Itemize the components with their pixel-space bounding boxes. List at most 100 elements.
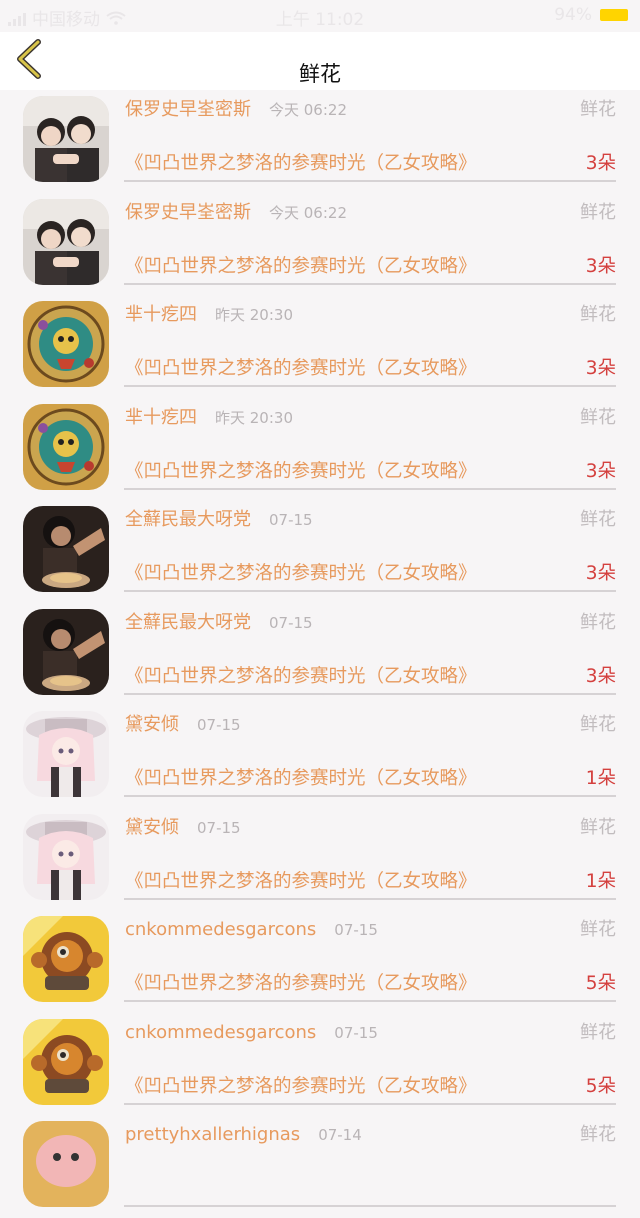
gift-type: 鲜花 bbox=[580, 406, 616, 428]
list-item[interactable]: 全蘚民最大呀党 07-15 鲜花 《凹凸世界之梦洛的参赛时光（乙女攻略》 3朵 bbox=[0, 500, 640, 603]
flower-count: 3朵 bbox=[585, 255, 616, 277]
divider bbox=[124, 180, 616, 182]
avatar[interactable] bbox=[23, 403, 109, 490]
flower-count: 1朵 bbox=[585, 870, 616, 892]
list-item[interactable]: 芈十疙四 昨天 20:30 鲜花《凹凸世界之梦洛的参赛时光（乙女攻略》 3朵 bbox=[0, 295, 640, 398]
user-name[interactable]: cnkommedesgarcons 07-15 bbox=[125, 918, 378, 942]
avatar[interactable] bbox=[23, 916, 109, 1002]
timestamp: 07-15 bbox=[197, 818, 241, 837]
timestamp: 昨天 20:30 bbox=[215, 408, 293, 427]
timestamp: 昨天 20:30 bbox=[215, 306, 293, 324]
user-name[interactable]: 黛安倾 07-15 bbox=[125, 816, 241, 840]
flower-count: 5朵 bbox=[585, 973, 616, 994]
game-title-link[interactable]: 《凹凸世界之梦洛的参赛时光（乙女攻略》 bbox=[125, 665, 477, 689]
divider bbox=[124, 590, 616, 592]
avatar[interactable] bbox=[23, 608, 109, 695]
flower-count: 3朵 bbox=[585, 153, 616, 174]
user-name-text: 保罗史早峑密斯 bbox=[125, 201, 251, 223]
gift-type: 鲜花 bbox=[580, 201, 616, 223]
avatar[interactable] bbox=[23, 506, 109, 592]
flower-count: 3朵 bbox=[585, 665, 616, 687]
status-time: 上午 11:02 bbox=[275, 10, 365, 30]
user-name[interactable]: 全蘚民最大呀党 07-15 bbox=[125, 611, 313, 635]
avatar[interactable] bbox=[23, 1121, 109, 1207]
game-title-link[interactable]: 《凹凸世界之梦洛的参赛时光（乙女攻略》 bbox=[125, 152, 477, 176]
avatar[interactable] bbox=[23, 96, 109, 182]
divider bbox=[124, 692, 616, 695]
gift-type: 鲜花 bbox=[580, 919, 616, 940]
list-item[interactable]: 保罗史早峑密斯 今天 06:22 鲜花《凹凸世界之梦洛的参赛时光（乙女攻略》 3朵 bbox=[0, 90, 640, 193]
gift-type: 鲜花 bbox=[580, 1124, 616, 1145]
gift-type: 鲜花 bbox=[580, 99, 616, 120]
game-title-link[interactable]: 《凹凸世界之梦洛的参赛时光（乙女攻略》 bbox=[125, 460, 477, 484]
user-name[interactable]: prettyhxallerhignas 07-14 bbox=[125, 1123, 362, 1147]
game-title-link[interactable]: 《凹凸世界之梦洛的参赛时光（乙女攻略》 bbox=[125, 357, 477, 381]
user-name-text: prettyhxallerhignas bbox=[125, 1124, 301, 1145]
list-item[interactable]: cnkommedesgarcons 07-15 鲜花《凹凸世界之梦洛的参赛时光（乙女… bbox=[0, 1013, 640, 1116]
timestamp: 07-15 bbox=[197, 716, 241, 734]
list-item[interactable]: cnkommedesgarcons 07-15 鲜花《凹凸世界之梦洛的参赛时光（乙女… bbox=[0, 910, 640, 1013]
user-name[interactable]: 全蘚民最大呀党 07-15 bbox=[125, 508, 313, 532]
timestamp: 07-14 bbox=[318, 1126, 362, 1144]
list-item[interactable]: 芈十疙四 昨天 20:30 鲜花《凹凸世界之梦洛的参赛时光（乙女攻略》 3朵 bbox=[0, 398, 640, 501]
list-item[interactable]: 全蘚民最大呀党 07-15 鲜花《凹凸世界之梦洛的参赛时光（乙女攻略》 3朵 bbox=[0, 603, 640, 706]
status-bar: 中国移动 上午 11:02 94% bbox=[0, 0, 640, 32]
battery-icon bbox=[600, 9, 628, 21]
game-title-link[interactable]: 《凹凸世界之梦洛的参赛时光（乙女攻略》 bbox=[125, 972, 477, 996]
user-name[interactable]: 芈十疙四 昨天 20:30 bbox=[125, 303, 293, 327]
avatar[interactable] bbox=[23, 813, 109, 900]
timestamp: 今天 06:22 bbox=[269, 101, 347, 119]
flower-count: 5朵 bbox=[585, 1075, 616, 1097]
timestamp: 今天 06:22 bbox=[269, 203, 347, 222]
divider bbox=[124, 487, 616, 490]
divider bbox=[124, 385, 616, 387]
list-item[interactable]: 黛安倾 07-15 鲜花《凹凸世界之梦洛的参赛时光（乙女攻略》 1朵 bbox=[0, 705, 640, 808]
user-name[interactable]: 保罗史早峑密斯 今天 06:22 bbox=[125, 201, 347, 225]
user-name[interactable]: 黛安倾 07-15 bbox=[125, 713, 241, 737]
user-name-text: cnkommedesgarcons bbox=[125, 919, 317, 940]
user-name-text: 芈十疙四 bbox=[125, 406, 197, 428]
gift-type: 鲜花 bbox=[580, 611, 616, 633]
divider bbox=[124, 282, 616, 285]
user-name-text: 全蘚民最大呀党 bbox=[125, 611, 251, 633]
gift-type: 鲜花 bbox=[580, 304, 616, 325]
avatar[interactable] bbox=[23, 198, 109, 285]
list-item[interactable]: 保罗史早峑密斯 今天 06:22 鲜花《凹凸世界之梦洛的参赛时光（乙女攻略》 3朵 bbox=[0, 193, 640, 296]
timestamp: 07-15 bbox=[269, 511, 313, 529]
list-item[interactable]: prettyhxallerhignas 07-14 鲜花 bbox=[0, 1115, 640, 1218]
avatar[interactable] bbox=[23, 301, 109, 387]
game-title-link[interactable]: 《凹凸世界之梦洛的参赛时光（乙女攻略》 bbox=[125, 870, 477, 894]
divider bbox=[124, 1000, 616, 1002]
game-title-link[interactable]: 《凹凸世界之梦洛的参赛时光（乙女攻略》 bbox=[125, 767, 477, 791]
timestamp: 07-15 bbox=[334, 1023, 378, 1042]
divider bbox=[124, 1102, 616, 1105]
timestamp: 07-15 bbox=[334, 921, 378, 939]
flower-count: 1朵 bbox=[585, 768, 616, 789]
flower-list: 保罗史早峑密斯 今天 06:22 鲜花 《凹凸世界之梦洛的参赛时光（乙女攻略》 3朵 保罗… bbox=[0, 90, 640, 1218]
user-name-text: cnkommedesgarcons bbox=[125, 1021, 317, 1043]
user-name-text: 全蘚民最大呀党 bbox=[125, 509, 251, 530]
gift-type: 鲜花 bbox=[580, 816, 616, 838]
user-name[interactable]: 保罗史早峑密斯 今天 06:22 bbox=[125, 98, 347, 122]
page-title: 鲜花 bbox=[299, 62, 341, 86]
game-title-link[interactable]: 《凹凸世界之梦洛的参赛时光（乙女攻略》 bbox=[125, 562, 477, 586]
game-title-link[interactable]: 《凹凸世界之梦洛的参赛时光（乙女攻略》 bbox=[125, 1075, 477, 1099]
avatar[interactable] bbox=[23, 1018, 109, 1105]
list-item[interactable]: 黛安倾 07-15 鲜花《凹凸世界之梦洛的参赛时光（乙女攻略》 1朵 bbox=[0, 808, 640, 911]
user-name-text: 芈十疙四 bbox=[125, 304, 197, 325]
divider bbox=[124, 897, 616, 900]
status-right: 94% bbox=[554, 5, 628, 25]
flower-count: 3朵 bbox=[585, 460, 616, 482]
user-name[interactable]: cnkommedesgarcons 07-15 bbox=[125, 1021, 378, 1045]
game-title-link[interactable]: 《凹凸世界之梦洛的参赛时光（乙女攻略》 bbox=[125, 255, 477, 279]
flower-count: 3朵 bbox=[585, 358, 616, 379]
gift-type: 鲜花 bbox=[580, 714, 616, 735]
user-name[interactable]: 芈十疙四 昨天 20:30 bbox=[125, 406, 293, 430]
gift-type: 鲜花 bbox=[580, 509, 616, 530]
divider bbox=[124, 1205, 616, 1207]
timestamp: 07-15 bbox=[269, 613, 313, 632]
divider bbox=[124, 795, 616, 797]
user-name-text: 保罗史早峑密斯 bbox=[125, 99, 251, 120]
avatar[interactable] bbox=[23, 711, 109, 797]
gift-type: 鲜花 bbox=[580, 1021, 616, 1043]
